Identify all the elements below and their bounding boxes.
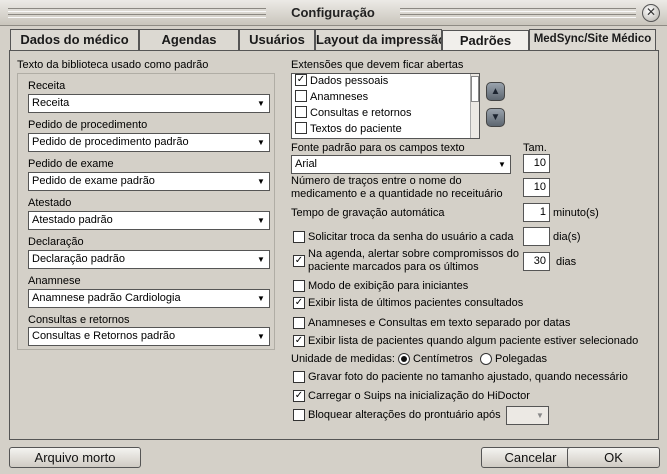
library-group: Receita Receita ▼ Pedido de procedimento … bbox=[17, 73, 275, 350]
recent-patients-checkbox[interactable]: ✓ bbox=[293, 297, 305, 309]
photo-label: Gravar foto do paciente no tamanho ajust… bbox=[308, 371, 628, 383]
alert-unit: dias bbox=[556, 256, 577, 268]
declaracao-label: Declaração bbox=[28, 236, 84, 248]
alert-days-input[interactable]: 30 bbox=[523, 252, 550, 271]
size-label: Tam. bbox=[523, 142, 547, 154]
receita-select[interactable]: Receita ▼ bbox=[28, 94, 270, 113]
lock-checkbox[interactable] bbox=[293, 409, 305, 421]
extension-checkbox[interactable] bbox=[295, 122, 307, 135]
extensions-label: Extensões que devem ficar abertas bbox=[291, 59, 464, 71]
settings-panel: Texto da biblioteca usado como padrão Re… bbox=[9, 50, 659, 440]
tab-padroes[interactable]: Padrões bbox=[442, 30, 529, 51]
exame-label: Pedido de exame bbox=[28, 158, 114, 170]
list-item[interactable]: ✓ Dados pessoais bbox=[295, 74, 388, 90]
list-item[interactable]: Anamneses bbox=[295, 90, 368, 106]
font-select[interactable]: Arial ▼ bbox=[291, 155, 511, 174]
tab-agendas[interactable]: Agendas bbox=[139, 29, 239, 50]
patient-list-checkbox[interactable]: ✓ bbox=[293, 335, 305, 347]
chevron-down-icon: ▼ bbox=[253, 212, 269, 229]
extension-checkbox[interactable]: ✓ bbox=[295, 74, 307, 87]
units-in-radio[interactable] bbox=[480, 353, 492, 365]
autosave-input[interactable]: 1 bbox=[523, 203, 550, 222]
patient-list-label: Exibir lista de pacientes quando algum p… bbox=[308, 335, 639, 347]
scrollbar-thumb[interactable] bbox=[471, 76, 479, 102]
close-icon[interactable]: ✕ bbox=[642, 4, 660, 22]
title-grip-right bbox=[400, 8, 636, 18]
units-cm-radio[interactable] bbox=[398, 353, 410, 365]
chevron-down-icon: ▼ bbox=[253, 95, 269, 112]
units-in-label: Polegadas bbox=[495, 353, 547, 365]
password-days-input[interactable] bbox=[523, 227, 550, 246]
atestado-select[interactable]: Atestado padrão ▼ bbox=[28, 211, 270, 230]
tab-layout-impressao[interactable]: Layout da impressão bbox=[315, 29, 442, 50]
lock-label: Bloquear alterações do prontuário após bbox=[308, 409, 501, 421]
alert-label-2: paciente marcados para os últimos bbox=[308, 261, 479, 273]
chevron-down-icon: ▼ bbox=[253, 328, 269, 345]
declaracao-select[interactable]: Declaração padrão ▼ bbox=[28, 250, 270, 269]
photo-checkbox[interactable] bbox=[293, 371, 305, 383]
tab-usuarios[interactable]: Usuários bbox=[239, 29, 315, 50]
chevron-down-icon: ▼ bbox=[253, 134, 269, 151]
archive-button[interactable]: Arquivo morto bbox=[9, 447, 141, 468]
password-unit: dia(s) bbox=[553, 231, 581, 243]
units-label: Unidade de medidas: bbox=[291, 353, 395, 365]
extension-checkbox[interactable] bbox=[295, 90, 307, 103]
units-cm-label: Centímetros bbox=[413, 353, 473, 365]
dashes-input[interactable]: 10 bbox=[523, 178, 550, 197]
font-label: Fonte padrão para os campos texto bbox=[291, 142, 465, 154]
cancel-button[interactable]: Cancelar bbox=[481, 447, 580, 468]
window-title: Configuração bbox=[291, 5, 375, 20]
suips-label: Carregar o Suips na inicialização do HiD… bbox=[308, 390, 530, 402]
autosave-label: Tempo de gravação automática bbox=[291, 207, 445, 219]
list-scrollbar[interactable] bbox=[470, 74, 479, 138]
separate-texts-checkbox[interactable] bbox=[293, 317, 305, 329]
atestado-label: Atestado bbox=[28, 197, 72, 209]
consultas-select[interactable]: Consultas e Retornos padrão ▼ bbox=[28, 327, 270, 346]
receita-label: Receita bbox=[28, 80, 66, 92]
exame-select[interactable]: Pedido de exame padrão ▼ bbox=[28, 172, 270, 191]
consultas-label: Consultas e retornos bbox=[28, 314, 130, 326]
procedimento-label: Pedido de procedimento bbox=[28, 119, 148, 131]
separate-texts-label: Anamneses e Consultas em texto separado … bbox=[308, 317, 571, 329]
dashes-label-2: medicamento e a quantidade no receituári… bbox=[291, 188, 503, 200]
chevron-down-icon: ▼ bbox=[253, 290, 269, 307]
recent-patients-label: Exibir lista de últimos pacientes consul… bbox=[308, 297, 524, 309]
move-down-icon[interactable]: ▼ bbox=[486, 108, 505, 127]
tab-dados-do-medico[interactable]: Dados do médico bbox=[10, 29, 139, 50]
extensions-list[interactable]: ✓ Dados pessoais Anamneses Consultas e re… bbox=[291, 73, 480, 139]
procedimento-select[interactable]: Pedido de procedimento padrão ▼ bbox=[28, 133, 270, 152]
password-label: Solicitar troca da senha do usuário a ca… bbox=[308, 231, 514, 243]
alert-checkbox[interactable]: ✓ bbox=[293, 255, 305, 267]
beginner-mode-checkbox[interactable] bbox=[293, 280, 305, 292]
beginner-mode-label: Modo de exibição para iniciantes bbox=[308, 280, 469, 292]
extension-checkbox[interactable] bbox=[295, 106, 307, 119]
list-item[interactable]: Textos do paciente bbox=[295, 122, 402, 138]
password-checkbox[interactable] bbox=[293, 231, 305, 243]
font-size-input[interactable]: 10 bbox=[523, 154, 550, 173]
move-up-icon[interactable]: ▲ bbox=[486, 82, 505, 101]
dashes-label-1: Número de traços entre o nome do bbox=[291, 175, 462, 187]
lock-select[interactable]: ▼ bbox=[506, 406, 549, 425]
suips-checkbox[interactable]: ✓ bbox=[293, 390, 305, 402]
title-bar: Configuração ✕ bbox=[0, 0, 667, 26]
anamnese-label: Anamnese bbox=[28, 275, 81, 287]
chevron-down-icon: ▼ bbox=[253, 251, 269, 268]
chevron-down-icon: ▼ bbox=[532, 407, 548, 424]
chevron-down-icon: ▼ bbox=[494, 156, 510, 173]
autosave-unit: minuto(s) bbox=[553, 207, 599, 219]
list-item[interactable]: Consultas e retornos bbox=[295, 106, 412, 122]
tab-medsync[interactable]: MedSync/Site Médico bbox=[529, 29, 656, 50]
anamnese-select[interactable]: Anamnese padrão Cardiologia ▼ bbox=[28, 289, 270, 308]
library-section-title: Texto da biblioteca usado como padrão bbox=[17, 59, 209, 71]
chevron-down-icon: ▼ bbox=[253, 173, 269, 190]
alert-label-1: Na agenda, alertar sobre compromissos do bbox=[308, 248, 519, 260]
title-grip-left bbox=[8, 8, 266, 18]
ok-button[interactable]: OK bbox=[567, 447, 660, 468]
